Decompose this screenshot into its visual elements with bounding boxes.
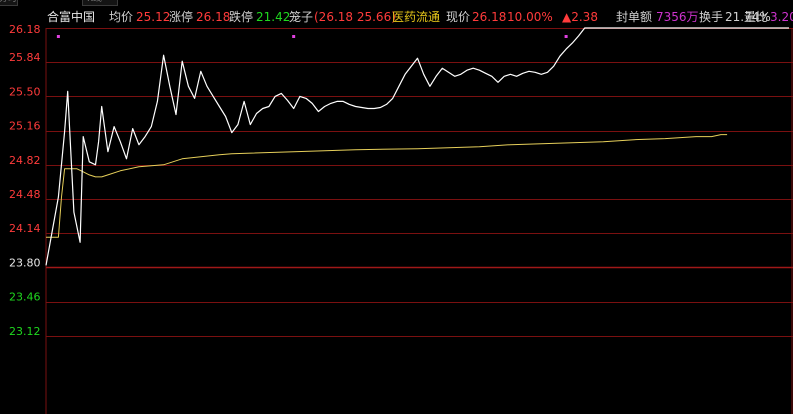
event-marker xyxy=(56,35,60,38)
y-tick-label: 25.84 xyxy=(9,51,41,64)
event-marker xyxy=(292,35,296,38)
y-tick-label: 26.18 xyxy=(9,23,41,36)
price-line xyxy=(45,27,789,266)
event-marker xyxy=(564,35,568,38)
y-tick-label: 23.46 xyxy=(9,291,41,304)
y-tick-label: 25.50 xyxy=(9,85,41,98)
y-tick-label: 23.12 xyxy=(9,325,41,338)
average-price-line xyxy=(46,134,728,238)
y-tick-label: 24.48 xyxy=(9,188,41,201)
y-tick-label: 24.14 xyxy=(9,222,41,235)
y-tick-label: 25.16 xyxy=(9,120,41,133)
y-tick-label: 24.82 xyxy=(9,154,41,167)
y-tick-label: 23.80 xyxy=(9,256,41,269)
intraday-chart[interactable]: 26.18 25.84 25.50 25.16 24.82 24.48 24.14 23.80… xyxy=(0,0,793,414)
